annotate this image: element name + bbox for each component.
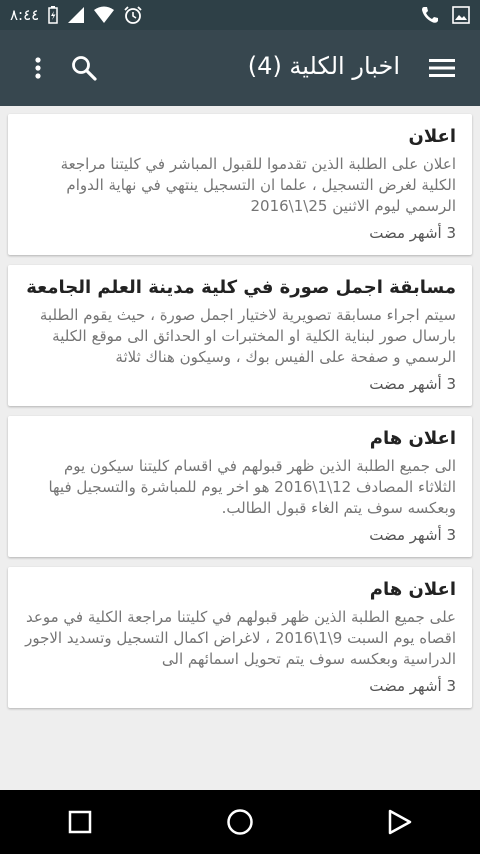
wifi-icon: [93, 6, 115, 24]
home-circle-icon[interactable]: [210, 792, 270, 852]
status-time: ٨:٤٤: [10, 6, 40, 24]
news-card[interactable]: اعلان هام الى جميع الطلبة الذين ظهر قبول…: [8, 416, 472, 557]
news-card[interactable]: اعلان اعلان على الطلبة الذين تقدموا للقب…: [8, 114, 472, 255]
news-body: الى جميع الطلبة الذين ظهر قبولهم في اقسا…: [48, 457, 456, 517]
phone-icon: [420, 5, 440, 25]
news-title: اعلان: [408, 126, 457, 147]
news-body: على جميع الطلبة الذين ظهر قبولهم في كليت…: [25, 608, 456, 668]
news-title: مسابقة اجمل صورة في كلية مدينة العلم الج…: [26, 277, 456, 298]
image-icon: [452, 6, 470, 24]
news-time: 3 أشهر مضت: [369, 677, 456, 695]
hamburger-menu-icon[interactable]: [414, 40, 470, 96]
status-right-group: [420, 5, 470, 25]
news-body: سيتم اجراء مسابقة تصويرية لاختيار اجمل ص…: [39, 306, 456, 366]
app-bar: اخبار الكلية (4): [0, 30, 480, 106]
news-time: 3 أشهر مضت: [369, 526, 456, 544]
navigation-bar: [0, 790, 480, 854]
back-triangle-icon[interactable]: [370, 792, 430, 852]
signal-icon: [67, 6, 85, 24]
news-title: اعلان هام: [369, 428, 456, 449]
news-body: اعلان على الطلبة الذين تقدموا للقبول الم…: [60, 155, 456, 215]
news-card[interactable]: مسابقة اجمل صورة في كلية مدينة العلم الج…: [8, 265, 472, 406]
news-card[interactable]: اعلان هام على جميع الطلبة الذين ظهر قبول…: [8, 567, 472, 708]
alarm-icon: [123, 5, 143, 25]
news-time: 3 أشهر مضت: [369, 224, 456, 242]
page-title: اخبار الكلية (4): [247, 52, 400, 80]
news-time: 3 أشهر مضت: [369, 375, 456, 393]
recents-square-icon[interactable]: [50, 792, 110, 852]
status-bar: ٨:٤٤: [0, 0, 480, 30]
search-icon[interactable]: [56, 40, 112, 96]
news-title: اعلان هام: [369, 579, 456, 600]
battery-icon: [47, 6, 59, 24]
status-left-group: ٨:٤٤: [10, 5, 143, 25]
news-list: اعلان اعلان على الطلبة الذين تقدموا للقب…: [0, 106, 480, 790]
